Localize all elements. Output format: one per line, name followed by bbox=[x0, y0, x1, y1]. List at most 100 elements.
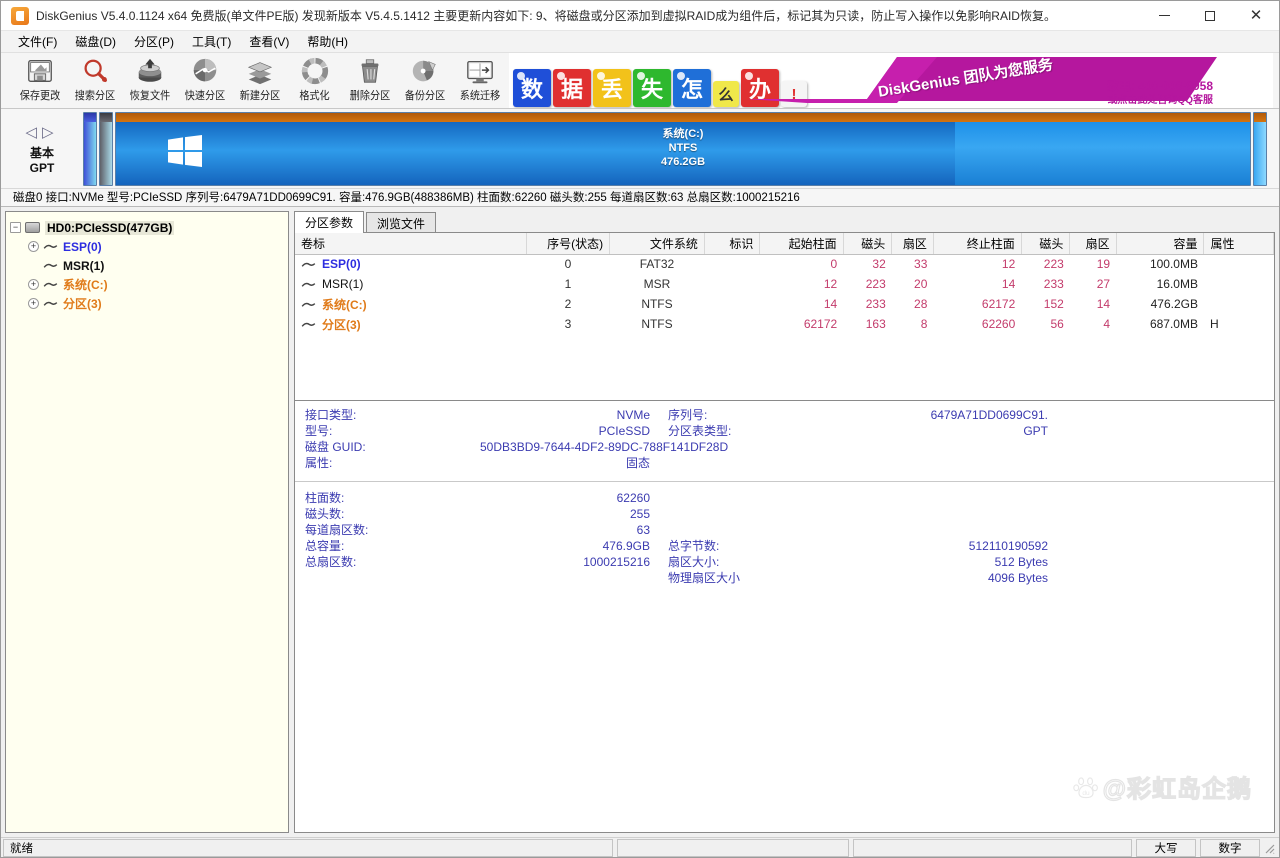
menu-item-file[interactable]: 文件(F) bbox=[9, 31, 66, 52]
tree-node-root[interactable]: − HD0:PCIeSSD(477GB) bbox=[10, 218, 284, 237]
toolbar-button-new-partition[interactable]: 新建分区 bbox=[232, 53, 287, 108]
toolbar-button-search-partition[interactable]: 搜索分区 bbox=[67, 53, 122, 108]
cell-volume: MSR(1) bbox=[295, 274, 526, 294]
toolbar-label: 新建分区 bbox=[239, 87, 279, 103]
window-title: DiskGenius V5.4.0.1124 x64 免费版(单文件PE版) 发… bbox=[36, 7, 1141, 24]
menu-item-disk[interactable]: 磁盘(D) bbox=[66, 31, 125, 52]
next-disk-icon[interactable]: ▷ bbox=[42, 124, 59, 141]
migrate-system-icon bbox=[465, 56, 495, 86]
cell-volume-label: 系统(C:) bbox=[322, 296, 367, 313]
detail-value: 62260 bbox=[420, 490, 650, 506]
tree-node-esp[interactable]: + ESP(0) bbox=[10, 237, 284, 256]
menu-item-help[interactable]: 帮助(H) bbox=[298, 31, 357, 52]
partition-bar-msr[interactable] bbox=[99, 112, 113, 186]
cell-start-sector: 28 bbox=[892, 294, 934, 314]
detail-key: 总容量: bbox=[295, 538, 420, 554]
menu-item-partition[interactable]: 分区(P) bbox=[125, 31, 183, 52]
minimize-button[interactable] bbox=[1141, 1, 1187, 31]
detail-value: 255 bbox=[420, 506, 650, 522]
menu-item-view[interactable]: 查看(V) bbox=[240, 31, 298, 52]
tree-item-label: 系统(C:) bbox=[63, 276, 108, 293]
ad-char-block: 怎 bbox=[673, 69, 711, 107]
tab-partition-parameters[interactable]: 分区参数 bbox=[294, 211, 364, 233]
title-bar: DiskGenius V5.4.0.1124 x64 免费版(单文件PE版) 发… bbox=[1, 1, 1279, 31]
table-row[interactable]: 系统(C:) 2 NTFS 14 233 28 62172 152 14 bbox=[295, 294, 1274, 314]
detail-key: 型号: bbox=[295, 423, 420, 439]
col-attribute[interactable]: 属性 bbox=[1204, 233, 1274, 254]
toolbar-button-quick-partition[interactable]: 快速分区 bbox=[177, 53, 232, 108]
expand-icon[interactable]: + bbox=[28, 279, 39, 290]
tree-node-partition3[interactable]: + 分区(3) bbox=[10, 294, 284, 313]
cell-end-cylinder: 12 bbox=[933, 254, 1021, 274]
resize-grip-icon[interactable] bbox=[1262, 841, 1276, 855]
search-partition-icon bbox=[80, 56, 110, 86]
cell-capacity: 16.0MB bbox=[1116, 274, 1204, 294]
toolbar-label: 格式化 bbox=[299, 87, 329, 103]
menu-item-tools[interactable]: 工具(T) bbox=[183, 31, 240, 52]
cell-end-cylinder: 62172 bbox=[933, 294, 1021, 314]
partition-bar-esp[interactable] bbox=[83, 112, 97, 186]
col-start-cylinder[interactable]: 起始柱面 bbox=[760, 233, 843, 254]
table-row[interactable]: 分区(3) 3 NTFS 62172 163 8 62260 56 4 bbox=[295, 314, 1274, 334]
col-index-status[interactable]: 序号(状态) bbox=[526, 233, 609, 254]
maximize-icon bbox=[1205, 11, 1215, 21]
col-volume-label[interactable]: 卷标 bbox=[295, 233, 526, 254]
cell-flag bbox=[704, 314, 760, 334]
tree-item-label: ESP(0) bbox=[63, 240, 102, 254]
minimize-icon bbox=[1159, 15, 1170, 16]
format-icon bbox=[300, 56, 330, 86]
close-button[interactable]: ✕ bbox=[1233, 1, 1279, 31]
advertisement-banner[interactable]: 数 据 丢 失 怎 么 办 ! DiskGenius 团队为您服务 致电: 40… bbox=[509, 53, 1273, 108]
expand-icon[interactable]: + bbox=[28, 241, 39, 252]
maximize-button[interactable] bbox=[1187, 1, 1233, 31]
cell-capacity: 100.0MB bbox=[1116, 254, 1204, 274]
backup-partition-icon bbox=[410, 56, 440, 86]
col-start-head[interactable]: 磁头 bbox=[843, 233, 892, 254]
disk-nav-arrows[interactable]: ◁▷ bbox=[25, 123, 58, 141]
partition-table[interactable]: 卷标 序号(状态) 文件系统 标识 起始柱面 磁头 扇区 终止柱面 磁头 扇区 … bbox=[294, 233, 1275, 401]
tree-node-system[interactable]: + 系统(C:) bbox=[10, 275, 284, 294]
collapse-icon[interactable]: − bbox=[10, 222, 21, 233]
toolbar-button-save-changes[interactable]: 保存更改 bbox=[12, 53, 67, 108]
col-start-sector[interactable]: 扇区 bbox=[892, 233, 934, 254]
detail-row: 接口类型: NVMe 序列号: 6479A71DD0699C91. bbox=[295, 407, 1274, 423]
delete-partition-icon bbox=[355, 56, 385, 86]
tree-item-label: 分区(3) bbox=[63, 295, 102, 312]
toolbar-button-recover-file[interactable]: 恢复文件 bbox=[122, 53, 177, 108]
detail-row: 型号: PCIeSSD 分区表类型: GPT bbox=[295, 423, 1274, 439]
partition-bar-system[interactable]: 系统(C:) NTFS 476.2GB bbox=[115, 112, 1251, 186]
table-row[interactable]: MSR(1) 1 MSR 12 223 20 14 233 27 bbox=[295, 274, 1274, 294]
watermark: du @彩虹岛企鹅 bbox=[1073, 769, 1252, 804]
partition-bar-fs: NTFS bbox=[116, 141, 1250, 155]
hard-disk-icon bbox=[25, 222, 40, 233]
partition-bar-tail[interactable] bbox=[1253, 112, 1267, 186]
col-end-cylinder[interactable]: 终止柱面 bbox=[933, 233, 1021, 254]
toolbar-button-migrate-system[interactable]: 系统迁移 bbox=[452, 53, 507, 108]
ad-qq-link[interactable]: 或点击此处咨询QQ客服 bbox=[1107, 91, 1213, 106]
prev-disk-icon[interactable]: ◁ bbox=[25, 124, 42, 141]
disk-details-panel: 接口类型: NVMe 序列号: 6479A71DD0699C91. 型号: PC… bbox=[294, 401, 1275, 833]
col-end-head[interactable]: 磁头 bbox=[1021, 233, 1070, 254]
col-flag[interactable]: 标识 bbox=[704, 233, 760, 254]
detail-value: 1000215216 bbox=[420, 554, 650, 570]
col-filesystem[interactable]: 文件系统 bbox=[610, 233, 705, 254]
partition-icon bbox=[43, 280, 58, 289]
tab-browse-files[interactable]: 浏览文件 bbox=[366, 212, 436, 232]
expand-icon[interactable]: + bbox=[28, 298, 39, 309]
cell-end-head: 56 bbox=[1021, 314, 1070, 334]
detail-row: 每道扇区数: 63 bbox=[295, 522, 1274, 538]
disk-tree-panel[interactable]: − HD0:PCIeSSD(477GB) + ESP(0) MSR(1) + bbox=[5, 211, 289, 833]
table-row[interactable]: ESP(0) 0 FAT32 0 32 33 12 223 19 bbox=[295, 254, 1274, 274]
col-end-sector[interactable]: 扇区 bbox=[1070, 233, 1116, 254]
partition-bar-cap bbox=[84, 113, 96, 122]
toolbar-button-delete-partition[interactable]: 删除分区 bbox=[342, 53, 397, 108]
cell-filesystem: NTFS bbox=[610, 314, 705, 334]
col-capacity[interactable]: 容量 bbox=[1116, 233, 1204, 254]
partition-bars: 系统(C:) NTFS 476.2GB bbox=[83, 112, 1279, 186]
tree-node-msr[interactable]: MSR(1) bbox=[10, 256, 284, 275]
toolbar-button-backup-partition[interactable]: 备份分区 bbox=[397, 53, 452, 108]
detail-value: GPT bbox=[818, 423, 1048, 439]
partition-table-element: 卷标 序号(状态) 文件系统 标识 起始柱面 磁头 扇区 终止柱面 磁头 扇区 … bbox=[295, 233, 1274, 334]
cell-end-sector: 19 bbox=[1070, 254, 1116, 274]
toolbar-button-format[interactable]: 格式化 bbox=[287, 53, 342, 108]
